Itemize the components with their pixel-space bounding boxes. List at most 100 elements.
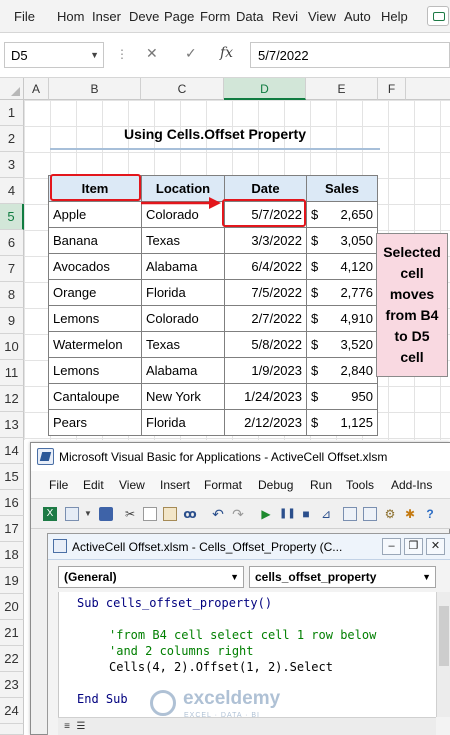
save-icon[interactable] — [99, 507, 113, 521]
close-button[interactable]: ✕ — [426, 538, 445, 555]
comments-icon[interactable] — [427, 6, 449, 26]
cell-item[interactable]: Watermelon — [48, 331, 142, 358]
vba-title-bar[interactable]: Microsoft Visual Basic for Applications … — [31, 443, 450, 471]
cell-item[interactable]: Apple — [48, 201, 142, 228]
design-mode-icon[interactable]: ⊿ — [319, 507, 333, 521]
full-module-view-icon[interactable]: ☰ — [74, 720, 88, 733]
cell-date[interactable]: 6/4/2022 — [224, 253, 307, 280]
row-header[interactable]: 20 — [0, 594, 24, 620]
run-icon[interactable]: ▶ — [259, 507, 273, 521]
cell-sales[interactable]: $4,910 — [306, 305, 378, 332]
code-window-title-bar[interactable]: ActiveCell Offset.xlsm - Cells_Offset_Pr… — [48, 534, 450, 560]
row-header[interactable]: 11 — [0, 360, 24, 386]
chevron-down-icon[interactable]: ▼ — [90, 50, 99, 60]
row-header[interactable]: 19 — [0, 568, 24, 594]
row-header[interactable]: 8 — [0, 282, 24, 308]
menu-run[interactable]: Run — [310, 478, 332, 492]
row-header[interactable]: 2 — [0, 126, 24, 152]
find-icon[interactable]: ꝏ — [183, 507, 197, 521]
cell-sales[interactable]: $950 — [306, 383, 378, 410]
row-header[interactable]: 6 — [0, 230, 24, 256]
column-header-g-partial[interactable] — [406, 78, 450, 100]
menu-edit[interactable]: Edit — [83, 478, 104, 492]
select-all-corner[interactable] — [0, 78, 24, 100]
row-header[interactable]: 4 — [0, 178, 24, 204]
break-icon[interactable]: ❚❚ — [279, 507, 296, 521]
cell-sales[interactable]: $1,125 — [306, 409, 378, 436]
cell-location[interactable]: Texas — [141, 227, 225, 254]
row-header[interactable] — [0, 724, 24, 735]
properties-window-icon[interactable] — [363, 507, 377, 521]
cancel-icon[interactable]: ✕ — [146, 45, 158, 62]
menu-add-ins[interactable]: Add-Ins — [391, 478, 432, 492]
procedure-view-icon[interactable]: ≡ — [60, 720, 74, 733]
cell-date[interactable]: 2/12/2023 — [224, 409, 307, 436]
tab-view[interactable]: View — [308, 9, 340, 24]
minimize-button[interactable]: – — [382, 538, 401, 555]
tab-data[interactable]: Data — [236, 9, 268, 24]
help-icon[interactable]: ? — [423, 507, 437, 521]
menu-view[interactable]: View — [119, 478, 145, 492]
menu-format[interactable]: Format — [204, 478, 242, 492]
row-header[interactable]: 13 — [0, 412, 24, 438]
reset-icon[interactable]: ■ — [299, 507, 313, 521]
copy-icon[interactable] — [143, 507, 157, 521]
toolbox-icon[interactable]: ✱ — [403, 507, 417, 521]
paste-icon[interactable] — [163, 507, 177, 521]
column-header-e[interactable]: E — [306, 78, 378, 100]
tab-insert[interactable]: Inser — [92, 9, 124, 24]
cell-location[interactable]: Colorado — [141, 305, 225, 332]
tab-developer[interactable]: Deve — [129, 9, 159, 24]
restore-button[interactable]: ❐ — [404, 538, 423, 555]
insert-module-icon[interactable] — [65, 507, 79, 521]
cell-item[interactable]: Banana — [48, 227, 142, 254]
cell-item[interactable]: Avocados — [48, 253, 142, 280]
column-header-a[interactable]: A — [24, 78, 49, 100]
tab-review[interactable]: Revi — [272, 9, 304, 24]
name-box[interactable]: D5 ▼ — [4, 42, 104, 68]
row-header[interactable]: 16 — [0, 490, 24, 516]
cell-location[interactable]: Alabama — [141, 253, 225, 280]
tab-formulas[interactable]: Form — [200, 9, 231, 24]
column-header-c[interactable]: C — [141, 78, 224, 100]
column-header-f[interactable]: F — [378, 78, 406, 100]
row-header[interactable]: 21 — [0, 620, 24, 646]
insert-function-icon[interactable]: fx — [220, 45, 233, 61]
cell-location[interactable]: Texas — [141, 331, 225, 358]
row-header[interactable]: 18 — [0, 542, 24, 568]
row-header[interactable]: 17 — [0, 516, 24, 542]
vertical-scrollbar[interactable] — [436, 592, 450, 717]
menu-debug[interactable]: Debug — [258, 478, 293, 492]
row-header[interactable]: 14 — [0, 438, 24, 464]
tab-automate[interactable]: Auto — [344, 9, 376, 24]
cell-sales[interactable]: $2,840 — [306, 357, 378, 384]
row-header-selected[interactable]: 5 — [0, 204, 24, 230]
row-header[interactable]: 12 — [0, 386, 24, 412]
cell-date[interactable]: 7/5/2022 — [224, 279, 307, 306]
header-sales[interactable]: Sales — [306, 175, 378, 202]
cell-location[interactable]: Alabama — [141, 357, 225, 384]
row-header[interactable]: 10 — [0, 334, 24, 360]
project-explorer-icon[interactable] — [343, 507, 357, 521]
menu-tools[interactable]: Tools — [346, 478, 374, 492]
enter-icon[interactable]: ✓ — [185, 45, 197, 62]
cell-sales[interactable]: $2,776 — [306, 279, 378, 306]
cell-item[interactable]: Lemons — [48, 357, 142, 384]
cell-location[interactable]: Florida — [141, 279, 225, 306]
chevron-down-icon[interactable]: ▼ — [230, 572, 239, 582]
tab-file[interactable]: File — [14, 9, 35, 24]
procedure-dropdown[interactable]: cells_offset_property ▼ — [249, 566, 436, 588]
row-header[interactable]: 3 — [0, 152, 24, 178]
cell-location[interactable]: Florida — [141, 409, 225, 436]
formula-input[interactable]: 5/7/2022 — [250, 42, 450, 68]
cell-sales[interactable]: $2,650 — [306, 201, 378, 228]
row-header[interactable]: 22 — [0, 646, 24, 672]
row-header[interactable]: 23 — [0, 672, 24, 698]
column-header-d[interactable]: D — [224, 78, 306, 100]
scroll-thumb[interactable] — [439, 606, 449, 666]
view-excel-icon[interactable]: X — [43, 507, 57, 521]
object-browser-icon[interactable]: ⚙ — [383, 507, 397, 521]
chevron-down-icon[interactable]: ▼ — [422, 572, 431, 582]
cell-item[interactable]: Cantaloupe — [48, 383, 142, 410]
row-header[interactable]: 15 — [0, 464, 24, 490]
